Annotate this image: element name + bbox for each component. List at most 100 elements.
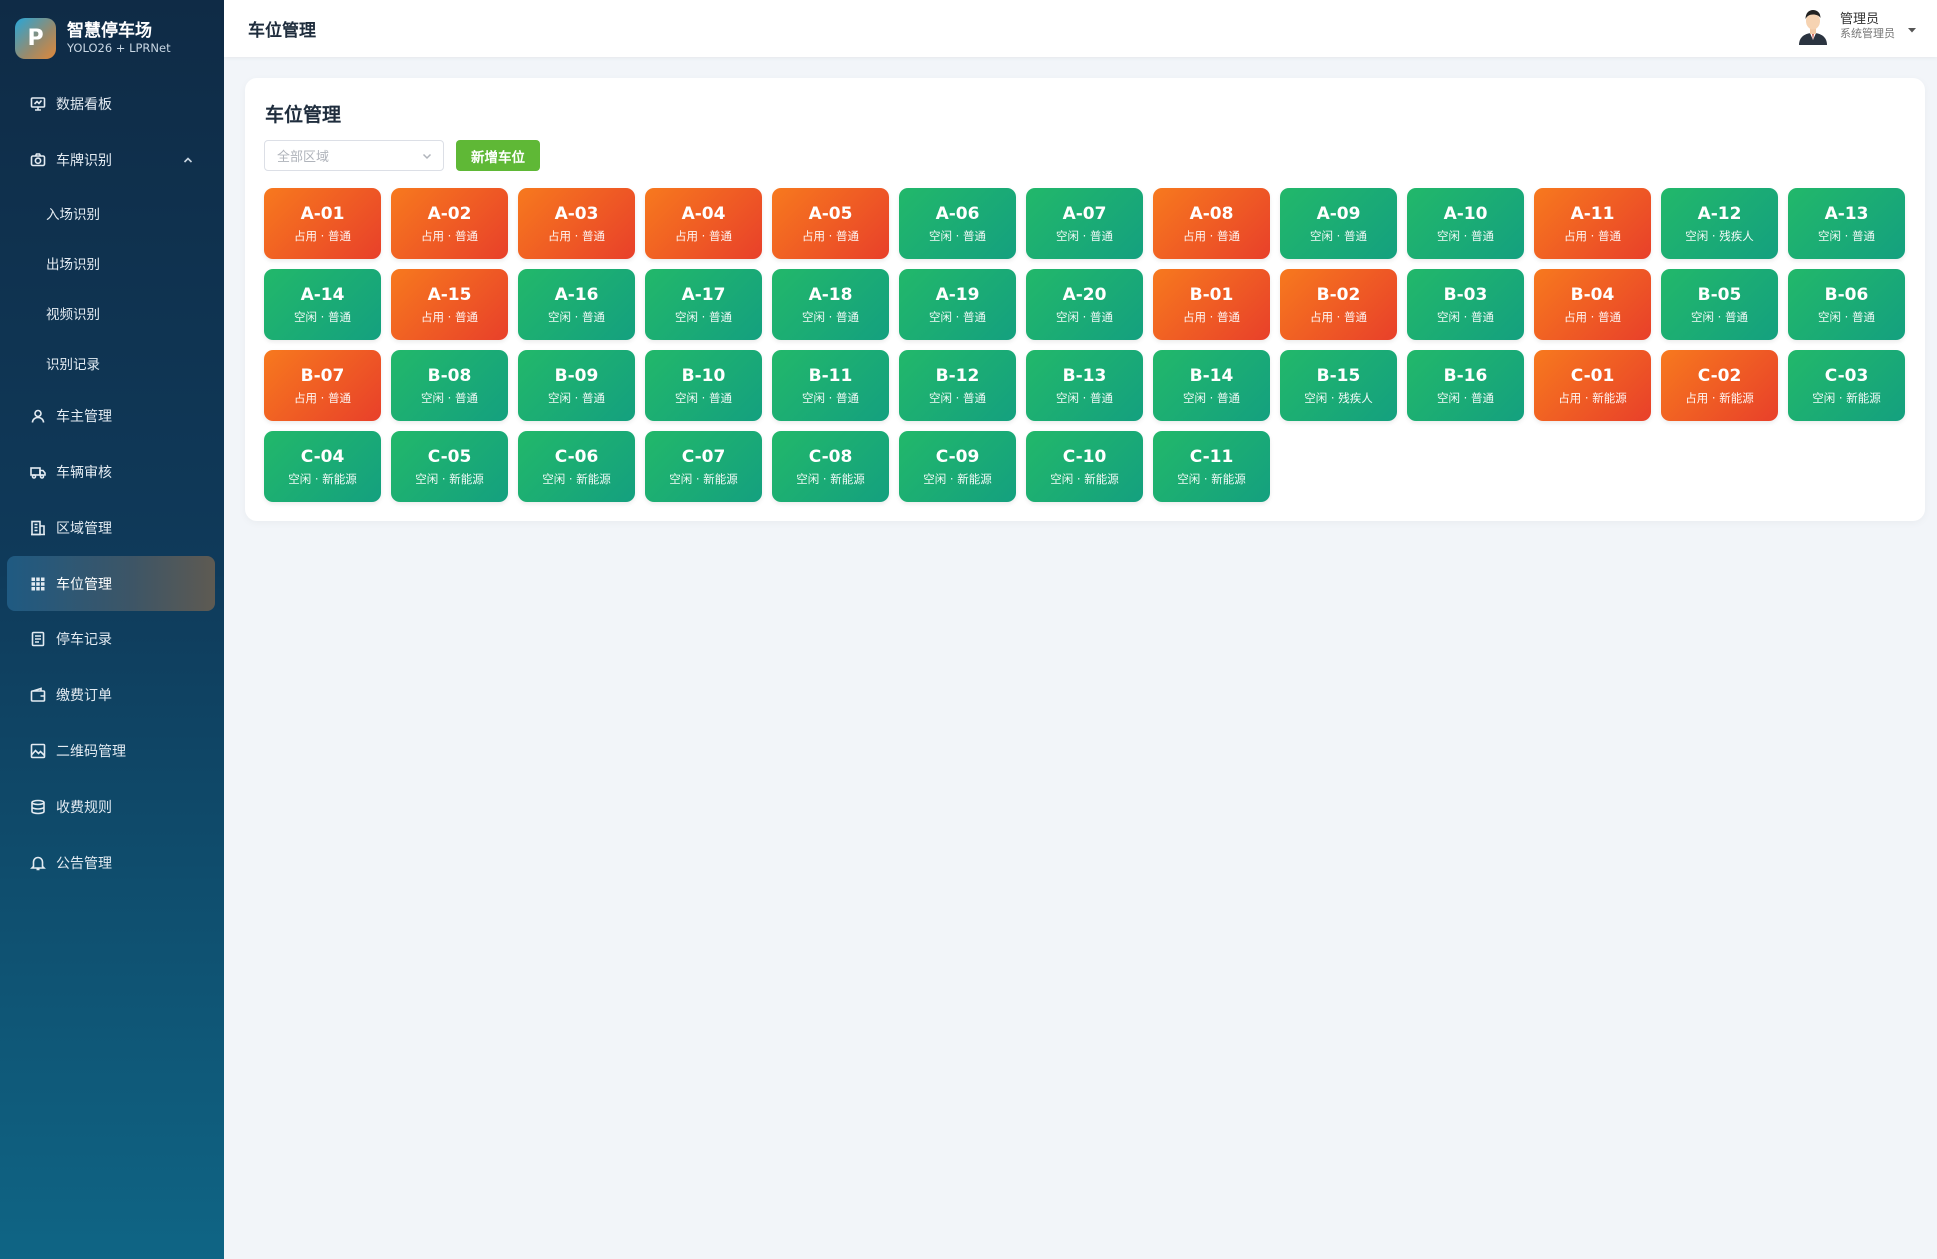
slot-status: 空闲 · 新能源 <box>796 471 865 486</box>
sidebar-item-vehicle-review[interactable]: 车辆审核 <box>0 444 224 500</box>
slot-status: 占用 · 新能源 <box>1685 390 1754 405</box>
slot-code: B-02 <box>1316 284 1361 305</box>
parking-slot-a-11[interactable]: A-11 占用 · 普通 <box>1534 188 1651 259</box>
slot-code: B-03 <box>1443 284 1488 305</box>
slot-code: B-15 <box>1316 365 1361 386</box>
slot-status: 空闲 · 普通 <box>1437 309 1494 324</box>
parking-slot-c-07[interactable]: C-07 空闲 · 新能源 <box>645 431 762 502</box>
parking-slot-a-16[interactable]: A-16 空闲 · 普通 <box>518 269 635 340</box>
sidebar-item-label: 区域管理 <box>56 521 112 537</box>
parking-slot-b-07[interactable]: B-07 占用 · 普通 <box>264 350 381 421</box>
parking-slot-b-10[interactable]: B-10 空闲 · 普通 <box>645 350 762 421</box>
parking-slot-c-03[interactable]: C-03 空闲 · 新能源 <box>1788 350 1905 421</box>
parking-slot-b-15[interactable]: B-15 空闲 · 残疾人 <box>1280 350 1397 421</box>
parking-slot-a-20[interactable]: A-20 空闲 · 普通 <box>1026 269 1143 340</box>
slot-status: 占用 · 普通 <box>421 309 478 324</box>
slot-status: 空闲 · 普通 <box>675 309 732 324</box>
parking-slot-a-06[interactable]: A-06 空闲 · 普通 <box>899 188 1016 259</box>
parking-slot-b-11[interactable]: B-11 空闲 · 普通 <box>772 350 889 421</box>
parking-slot-a-05[interactable]: A-05 占用 · 普通 <box>772 188 889 259</box>
parking-slot-a-14[interactable]: A-14 空闲 · 普通 <box>264 269 381 340</box>
parking-slot-b-03[interactable]: B-03 空闲 · 普通 <box>1407 269 1524 340</box>
parking-slot-b-04[interactable]: B-04 占用 · 普通 <box>1534 269 1651 340</box>
parking-slot-c-02[interactable]: C-02 占用 · 新能源 <box>1661 350 1778 421</box>
user-menu[interactable]: 管理员 系统管理员 <box>1796 7 1919 45</box>
slot-status: 占用 · 普通 <box>548 228 605 243</box>
brand-subtitle: YOLO26 + LPRNet <box>67 40 171 55</box>
parking-slot-a-09[interactable]: A-09 空闲 · 普通 <box>1280 188 1397 259</box>
slot-code: B-04 <box>1570 284 1615 305</box>
toolbar: 全部区域 新增车位 <box>264 140 540 171</box>
parking-slot-c-08[interactable]: C-08 空闲 · 新能源 <box>772 431 889 502</box>
parking-slot-b-01[interactable]: B-01 占用 · 普通 <box>1153 269 1270 340</box>
parking-slot-a-04[interactable]: A-04 占用 · 普通 <box>645 188 762 259</box>
sidebar-item-parking-records[interactable]: 停车记录 <box>0 611 224 667</box>
sidebar-item-announcement-management[interactable]: 公告管理 <box>0 835 224 891</box>
sidebar-item-qrcode-management[interactable]: 二维码管理 <box>0 723 224 779</box>
parking-slot-a-17[interactable]: A-17 空闲 · 普通 <box>645 269 762 340</box>
slot-status: 占用 · 普通 <box>802 228 859 243</box>
slot-status: 空闲 · 普通 <box>294 309 351 324</box>
parking-slot-c-10[interactable]: C-10 空闲 · 新能源 <box>1026 431 1143 502</box>
parking-slot-b-14[interactable]: B-14 空闲 · 普通 <box>1153 350 1270 421</box>
sidebar-item-dashboard[interactable]: 数据看板 <box>0 76 224 132</box>
sidebar-subitem-entry-recognition[interactable]: 入场识别 <box>0 188 224 238</box>
parking-slot-c-09[interactable]: C-09 空闲 · 新能源 <box>899 431 1016 502</box>
parking-slot-b-05[interactable]: B-05 空闲 · 普通 <box>1661 269 1778 340</box>
parking-slot-b-08[interactable]: B-08 空闲 · 普通 <box>391 350 508 421</box>
parking-slot-a-03[interactable]: A-03 占用 · 普通 <box>518 188 635 259</box>
sidebar-item-label: 缴费订单 <box>56 688 112 704</box>
parking-slot-a-10[interactable]: A-10 空闲 · 普通 <box>1407 188 1524 259</box>
parking-slot-a-01[interactable]: A-01 占用 · 普通 <box>264 188 381 259</box>
slot-code: A-08 <box>1189 203 1234 224</box>
parking-slot-b-02[interactable]: B-02 占用 · 普通 <box>1280 269 1397 340</box>
slot-status: 空闲 · 普通 <box>1691 309 1748 324</box>
slot-code: B-07 <box>300 365 345 386</box>
sidebar-item-label: 停车记录 <box>56 632 112 648</box>
slot-code: C-06 <box>554 446 599 467</box>
parking-slot-c-11[interactable]: C-11 空闲 · 新能源 <box>1153 431 1270 502</box>
caret-down-icon[interactable] <box>1907 20 1919 33</box>
sidebar-subitem-exit-recognition[interactable]: 出场识别 <box>0 238 224 288</box>
sidebar-item-label: 数据看板 <box>56 97 112 113</box>
card-title: 车位管理 <box>265 104 342 126</box>
parking-slot-b-12[interactable]: B-12 空闲 · 普通 <box>899 350 1016 421</box>
add-slot-button[interactable]: 新增车位 <box>456 140 540 171</box>
parking-slot-a-19[interactable]: A-19 空闲 · 普通 <box>899 269 1016 340</box>
sidebar-item-plate-recognition[interactable]: 车牌识别 <box>0 132 224 188</box>
parking-slot-a-12[interactable]: A-12 空闲 · 残疾人 <box>1661 188 1778 259</box>
parking-slot-b-16[interactable]: B-16 空闲 · 普通 <box>1407 350 1524 421</box>
slot-status: 空闲 · 普通 <box>929 228 986 243</box>
parking-slot-a-18[interactable]: A-18 空闲 · 普通 <box>772 269 889 340</box>
parking-slot-c-01[interactable]: C-01 占用 · 新能源 <box>1534 350 1651 421</box>
sidebar-item-owner-management[interactable]: 车主管理 <box>0 388 224 444</box>
parking-slot-a-02[interactable]: A-02 占用 · 普通 <box>391 188 508 259</box>
parking-slot-a-07[interactable]: A-07 空闲 · 普通 <box>1026 188 1143 259</box>
chevron-up-icon[interactable] <box>182 154 194 166</box>
sidebar-subitem-video-recognition[interactable]: 视频识别 <box>0 288 224 338</box>
sidebar-subitem-recognition-records[interactable]: 识别记录 <box>0 338 224 388</box>
sidebar-item-label: 二维码管理 <box>56 744 126 760</box>
sidebar-item-fee-rules[interactable]: 收费规则 <box>0 779 224 835</box>
sidebar-item-slot-management[interactable]: 车位管理 <box>7 556 215 611</box>
sidebar-item-area-management[interactable]: 区域管理 <box>0 500 224 556</box>
sidebar-item-payment-orders[interactable]: 缴费订单 <box>0 667 224 723</box>
brand: P 智慧停车场 YOLO26 + LPRNet <box>0 0 224 76</box>
slot-status: 占用 · 普通 <box>294 228 351 243</box>
parking-slot-c-05[interactable]: C-05 空闲 · 新能源 <box>391 431 508 502</box>
slot-status: 空闲 · 新能源 <box>1812 390 1881 405</box>
parking-slot-c-06[interactable]: C-06 空闲 · 新能源 <box>518 431 635 502</box>
parking-slot-b-06[interactable]: B-06 空闲 · 普通 <box>1788 269 1905 340</box>
area-select[interactable]: 全部区域 <box>264 140 444 171</box>
parking-slot-c-04[interactable]: C-04 空闲 · 新能源 <box>264 431 381 502</box>
slot-code: C-03 <box>1824 365 1869 386</box>
database-icon <box>29 799 46 816</box>
slot-status: 占用 · 普通 <box>1564 228 1621 243</box>
parking-slot-b-13[interactable]: B-13 空闲 · 普通 <box>1026 350 1143 421</box>
parking-slot-b-09[interactable]: B-09 空闲 · 普通 <box>518 350 635 421</box>
slot-status: 占用 · 普通 <box>1183 228 1240 243</box>
parking-slot-a-08[interactable]: A-08 占用 · 普通 <box>1153 188 1270 259</box>
parking-slot-a-15[interactable]: A-15 占用 · 普通 <box>391 269 508 340</box>
parking-slot-a-13[interactable]: A-13 空闲 · 普通 <box>1788 188 1905 259</box>
slot-code: A-13 <box>1824 203 1869 224</box>
